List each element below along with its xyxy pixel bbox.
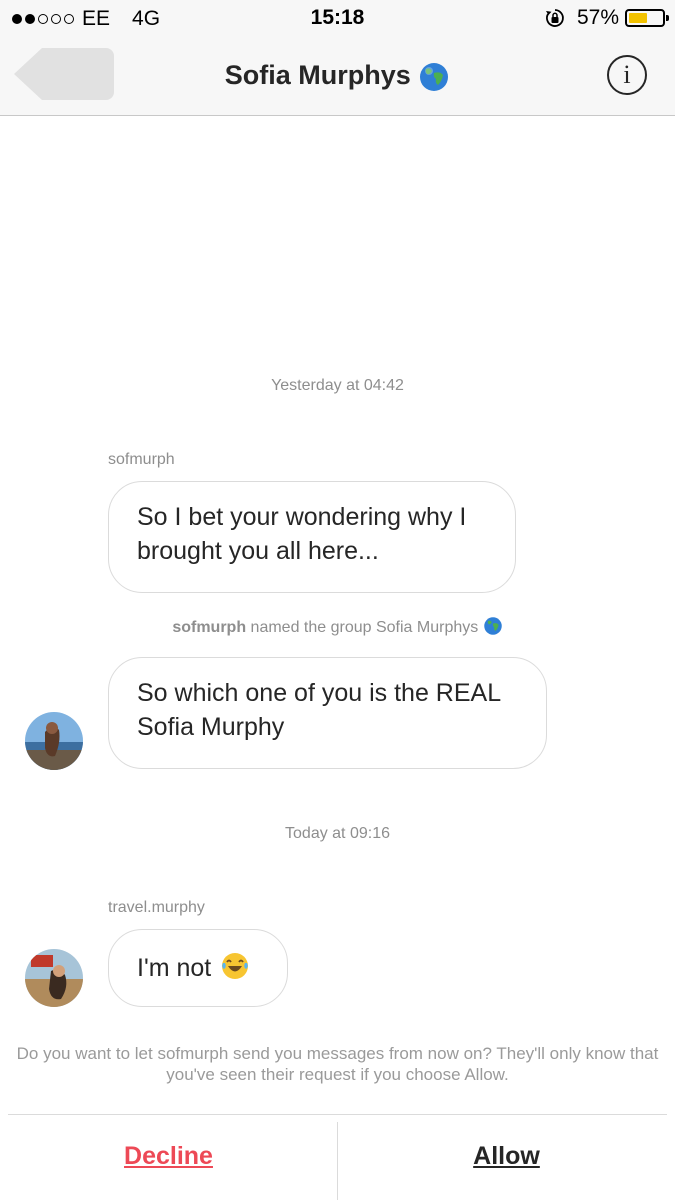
sender-name: travel.murphy: [108, 899, 205, 916]
decline-button[interactable]: Decline: [0, 1142, 337, 1171]
message-bubble[interactable]: So I bet your wondering why I brought yo…: [108, 481, 516, 593]
system-username[interactable]: sofmurph: [172, 619, 246, 636]
title-text: Sofia Murphys: [224, 60, 411, 90]
avatar[interactable]: [25, 712, 83, 770]
avatar[interactable]: [25, 949, 83, 1007]
conversation-title[interactable]: Sofia Murphys: [0, 60, 675, 93]
system-notice-text: named the group Sofia Murphys: [250, 619, 479, 636]
message-bubble[interactable]: I'm not: [108, 929, 288, 1007]
rotation-lock-icon: [545, 9, 564, 27]
timestamp: Yesterday at 04:42: [271, 377, 404, 394]
message-bubble[interactable]: So which one of you is the REAL Sofia Mu…: [108, 657, 547, 769]
allow-button[interactable]: Allow: [338, 1142, 675, 1171]
timestamp: Today at 09:16: [285, 825, 390, 842]
globe-icon: [483, 617, 502, 635]
info-icon[interactable]: i: [607, 55, 647, 95]
battery-fill: [629, 13, 647, 23]
system-notice: sofmurph named the group Sofia Murphys: [0, 616, 675, 637]
sender-name: sofmurph: [108, 451, 175, 468]
nav-bar: Sofia Murphys i: [0, 38, 675, 116]
battery-icon: [625, 9, 669, 27]
message-request-prompt: Do you want to let sofmurph send you mes…: [16, 1044, 659, 1084]
divider: [8, 1114, 667, 1115]
status-right: 57%: [545, 6, 669, 30]
status-bar: EE 4G 15:18 57%: [0, 0, 675, 38]
battery-percent: 57%: [576, 6, 619, 29]
globe-icon: [420, 62, 449, 91]
laughing-emoji-icon: [222, 953, 249, 979]
message-text: I'm not: [137, 954, 212, 982]
